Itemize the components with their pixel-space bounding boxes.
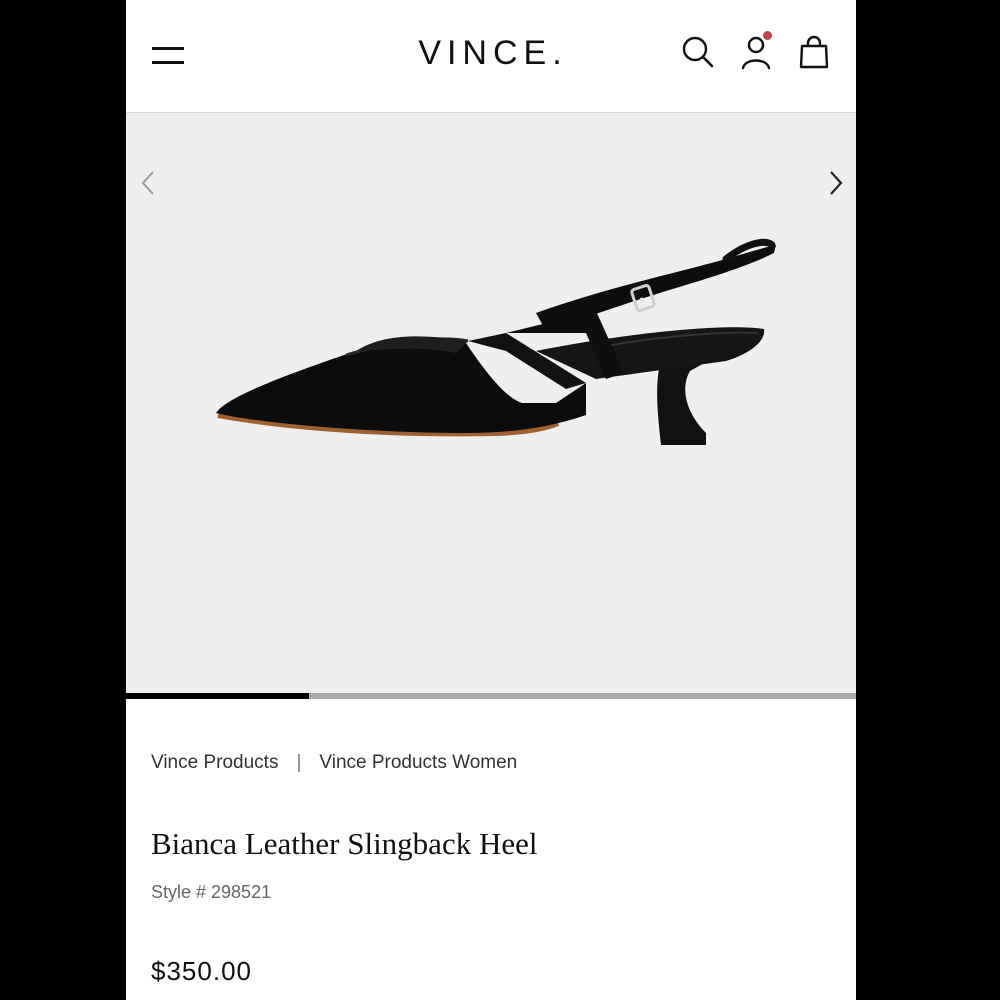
product-image-carousel[interactable] xyxy=(126,113,856,693)
product-title: Bianca Leather Slingback Heel xyxy=(151,826,538,861)
brand-logo[interactable]: VINCE. xyxy=(388,30,598,76)
site-header: VINCE. xyxy=(126,0,856,113)
breadcrumb-link-vince-products-women[interactable]: Vince Products Women xyxy=(319,752,517,774)
bag-icon[interactable] xyxy=(794,32,834,72)
menu-bar-top xyxy=(152,47,184,50)
breadcrumb: Vince Products | Vince Products Women xyxy=(151,748,517,778)
account-icon[interactable] xyxy=(736,31,776,72)
phone-screen: VINCE. Vince Products | Vince Products W… xyxy=(126,0,856,1000)
product-image xyxy=(216,238,776,445)
menu-bar-bottom xyxy=(152,61,184,64)
breadcrumb-separator: | xyxy=(296,752,302,773)
product-price: $350.00 xyxy=(151,956,252,986)
product-style-number: Style # 298521 xyxy=(151,882,272,902)
notification-dot xyxy=(763,31,772,40)
chevron-left-icon[interactable] xyxy=(134,168,164,198)
menu-icon[interactable] xyxy=(152,44,184,66)
carousel-progress-bar xyxy=(126,693,856,699)
search-icon[interactable] xyxy=(678,32,718,72)
chevron-right-icon[interactable] xyxy=(820,168,850,198)
breadcrumb-link-vince-products[interactable]: Vince Products xyxy=(151,752,278,774)
carousel-progress-fill xyxy=(126,693,309,699)
